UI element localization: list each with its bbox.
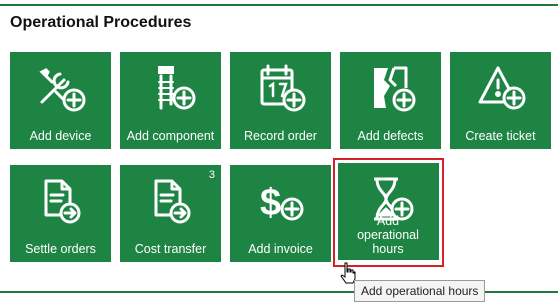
settle-orders-tile[interactable]: Settle orders [10,165,111,262]
tile-label: Add component [126,129,215,143]
add-component-tile[interactable]: Add component [120,52,221,149]
add-invoice-tile[interactable]: $ Add invoice [230,165,331,262]
tile-label: Cost transfer [134,242,207,256]
record-order-tile[interactable]: Record order [230,52,331,149]
add-defects-tile[interactable]: Add defects [340,52,441,149]
create-ticket-tile[interactable]: Create ticket [450,52,551,149]
svg-text:$: $ [260,182,281,224]
add-device-tile[interactable]: Add device [10,52,111,149]
tile-label: Record order [244,129,317,143]
warning-euro-add-icon [450,62,551,114]
tile-label: Add invoice [248,242,313,256]
document-arrow-icon [10,175,111,227]
dollar-add-icon: $ [230,175,331,227]
broken-document-add-icon [340,62,441,114]
tile-label: Create ticket [465,129,536,143]
selection-highlight [333,158,444,267]
top-divider [0,4,558,6]
calendar-edit-icon [230,62,331,114]
bolt-add-icon [120,62,221,114]
tile-label: Add device [29,129,92,143]
wrench-add-icon [10,62,111,114]
tooltip: Add operational hours [354,280,486,302]
tile-label: Add defects [357,129,424,143]
tile-label: Settle orders [25,242,96,256]
section-title: Operational Procedures [10,14,192,31]
cost-transfer-tile[interactable]: 3 Cost transfer [120,165,221,262]
document-arrow-icon [120,175,221,227]
